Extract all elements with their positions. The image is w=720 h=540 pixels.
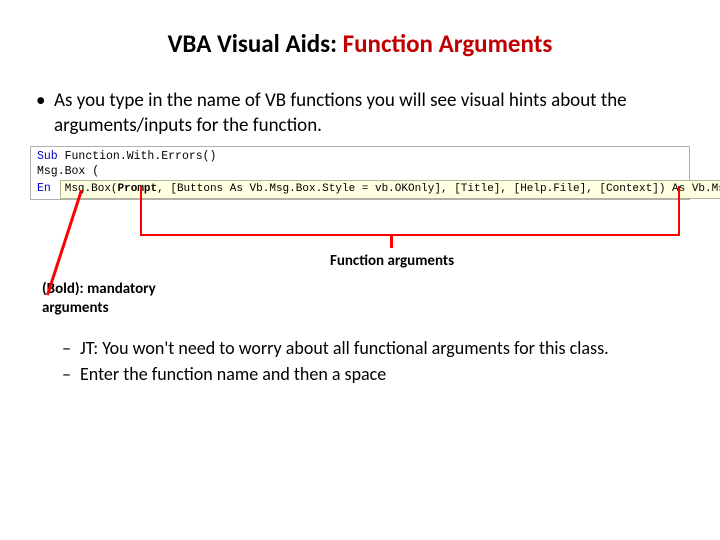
sub-bullet-1-text: JT: You won't need to worry about all fu…: [80, 336, 609, 360]
code-line-2: Msg.Box (: [37, 165, 683, 180]
intro-bullet: • As you type in the name of VB function…: [30, 89, 690, 138]
intro-text: As you type in the name of VB functions …: [54, 89, 690, 138]
sub-bullet-list: – JT: You won't need to worry about all …: [30, 336, 690, 387]
function-arguments-label: Function arguments: [292, 252, 492, 270]
bracket-tick-icon: [390, 236, 393, 248]
code-illustration: Sub Function.With.Errors() Msg.Box ( En …: [30, 146, 690, 276]
title-emphasis: Function Arguments: [343, 28, 553, 59]
slide-title: VBA Visual Aids: Function Arguments: [30, 28, 690, 59]
code-line-1-rest: Function.With.Errors(): [58, 150, 217, 163]
args-bracket-icon: [140, 186, 680, 236]
code-line-1: Sub Function.With.Errors(): [37, 150, 683, 165]
tooltip-fn: Msg.Box(: [65, 183, 118, 195]
title-plain: VBA Visual Aids:: [168, 28, 343, 59]
bold-mandatory-label: (Bold): mandatory arguments: [42, 280, 690, 318]
bold-mandatory-line1: (Bold): mandatory: [42, 280, 690, 299]
sub-bullet-2: – Enter the function name and then a spa…: [62, 362, 690, 386]
dash-icon: –: [62, 362, 80, 386]
bold-mandatory-line2: arguments: [42, 299, 690, 318]
sub-bullet-2-text: Enter the function name and then a space: [80, 362, 386, 386]
keyword-en: En: [37, 182, 51, 195]
dash-icon: –: [62, 336, 80, 360]
sub-bullet-1: – JT: You won't need to worry about all …: [62, 336, 690, 360]
bullet-dot-icon: •: [36, 89, 54, 114]
keyword-sub: Sub: [37, 150, 58, 163]
